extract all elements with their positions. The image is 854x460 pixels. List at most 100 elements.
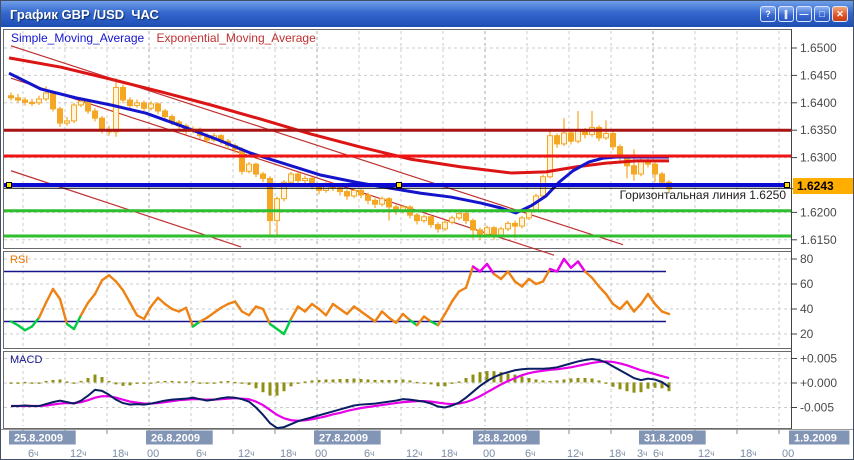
close-button[interactable]: ✕ [832,6,848,22]
candle-body [23,100,28,102]
legend-ema-label[interactable]: Exponential_Moving_Average [157,31,316,45]
candle-body [359,190,364,194]
candle-body [387,199,392,207]
chart-canvas: 1.65001.64501.64001.63501.63001.62001.61… [1,1,854,460]
candle-body [457,213,462,217]
macd-tick-label: -0.005 [800,401,834,415]
date-label: 1.9.2009 [794,433,837,445]
line-handle[interactable] [7,183,12,188]
candle-body [30,102,35,103]
candle-body [163,111,168,116]
price-tick-label: 1.6400 [800,96,837,110]
candle-body [58,109,63,123]
candle-body [128,100,133,105]
candle-body [653,164,658,174]
candle-body [135,103,140,106]
candle-body [142,103,147,108]
candle-body [114,87,119,131]
pause-button[interactable]: ∥ [778,6,794,22]
candle-body [149,104,154,108]
candle-body [450,218,455,222]
candle-body [604,133,609,137]
candle-body [16,98,21,100]
rsi-tick-label: 20 [800,327,814,341]
candle-body [478,230,483,234]
hour-label: 00 [782,448,794,460]
candle-body [436,224,441,228]
hour-label: 00 [315,448,327,460]
price-tick-label: 1.6450 [800,68,837,82]
candle-body [65,121,70,123]
restore-button[interactable]: □ [814,6,830,22]
line-handle[interactable] [397,183,402,188]
date-label: 26.8.2009 [151,433,200,445]
macd-tick-label: +0.000 [800,376,837,390]
candle-body [93,111,98,118]
candle-body [471,221,476,230]
date-label: 25.8.2009 [14,433,63,445]
candle-body [366,195,371,200]
candle-body [639,160,644,174]
candle-body [345,192,350,196]
candle-body [9,96,14,98]
horizontal-line-1.625[interactable] [4,183,790,188]
rsi-panel-label: RSI [10,254,28,267]
candle-body [660,174,665,182]
legend: Simple_Moving_Average Exponential_Moving… [11,32,316,45]
candle-body [380,199,385,204]
candle-body [247,164,252,171]
candle-body [289,174,294,182]
rsi-tick-label: 80 [800,252,814,266]
price-panel [4,30,792,249]
legend-sma-label[interactable]: Simple_Moving_Average [11,31,144,45]
minimize-button[interactable]: — [796,6,812,22]
price-tick-label: 1.6150 [800,233,837,247]
line-handle[interactable] [785,183,790,188]
candle-body [37,99,42,103]
candle-body [499,229,504,236]
title-bar[interactable]: График GBP /USD ЧАС ?∥—□✕ [1,1,853,27]
candle-body [611,133,616,146]
candle-body [51,93,56,109]
candle-body [569,133,574,141]
candle-body [415,215,420,220]
hour-label: 00 [147,448,159,460]
date-label: 27.8.2009 [319,433,368,445]
window-buttons: ?∥—□✕ [760,6,848,22]
current-price-badge: 1.6243 [793,178,854,194]
candle-body [562,133,567,144]
chart-window: 1.65001.64501.64001.63501.63001.62001.61… [0,0,854,460]
macd-panel [4,352,792,429]
candle-body [485,228,490,235]
price-tick-label: 1.6200 [800,205,837,219]
date-label: 31.8.2009 [644,433,693,445]
macd-tick-label: +0.005 [800,352,837,366]
candle-body [352,190,357,195]
candle-body [44,93,49,99]
horizontal-line-label: Горизонтальная линия 1.6250 [620,189,786,202]
candle-body [464,213,469,220]
date-label: 28.8.2009 [478,433,527,445]
candle-body [520,218,525,226]
candle-body [506,223,511,228]
macd-panel-label: MACD [10,354,42,367]
rsi-panel [4,252,792,349]
candle-body [422,217,427,221]
candle-body [100,118,105,130]
candle-body [555,136,560,144]
candle-body [86,101,91,111]
candle-body [156,104,161,111]
candle-body [303,178,308,180]
window-title: График GBP /USD ЧАС [10,7,159,22]
price-tick-label: 1.6350 [800,123,837,137]
hour-label: 00 [483,448,495,460]
candle-body [513,223,518,226]
help-button[interactable]: ? [760,6,776,22]
candle-body [429,217,434,225]
candle-body [492,228,497,236]
candle-body [296,174,301,181]
candle-body [79,101,84,105]
candle-body [261,174,266,178]
price-tick-label: 1.6300 [800,151,837,165]
candle-body [443,222,448,229]
